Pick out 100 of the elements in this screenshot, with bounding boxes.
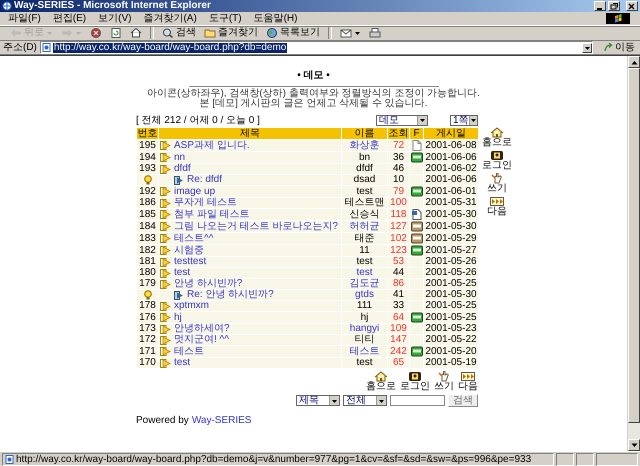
post-title-link[interactable]: 시험중 bbox=[174, 246, 204, 256]
history-button[interactable]: 목록보기 bbox=[264, 26, 322, 40]
menu-item[interactable]: 즐겨찾기(A) bbox=[143, 12, 197, 24]
author-name[interactable]: 화상훈 bbox=[342, 140, 388, 152]
image-file-icon[interactable] bbox=[410, 312, 422, 323]
column-header: 게시일 bbox=[424, 128, 478, 140]
address-label: 주소(D) bbox=[3, 42, 37, 54]
author-name[interactable]: 김도균 bbox=[342, 278, 388, 290]
archive-file-icon[interactable] bbox=[410, 233, 422, 244]
post-title-link[interactable]: image up bbox=[174, 186, 216, 196]
nav-link[interactable]: 쓰기 bbox=[482, 173, 512, 194]
post-number: 170 bbox=[136, 358, 158, 368]
home-icon bbox=[374, 371, 388, 382]
post-title-link[interactable]: 멋지군여! ^^ bbox=[174, 335, 229, 345]
menu-item[interactable]: 도움말(H) bbox=[254, 12, 298, 24]
post-title-link[interactable]: 무자게 테스트 bbox=[174, 198, 237, 208]
post-title-link[interactable]: 첨부 파일 테스트 bbox=[174, 210, 250, 220]
dropdown-button[interactable] bbox=[582, 42, 592, 52]
post-title-link[interactable]: Re: 안녕 하시빈까? bbox=[187, 290, 274, 300]
post-number: 182 bbox=[136, 244, 158, 256]
reply-arrow-icon bbox=[174, 176, 184, 184]
id-card-icon bbox=[490, 150, 504, 161]
column-header: 이름 bbox=[342, 128, 388, 140]
word-document-icon[interactable] bbox=[410, 209, 422, 220]
post-number: 180 bbox=[136, 268, 158, 278]
post-title-link[interactable]: test bbox=[174, 268, 190, 278]
menu-item[interactable]: 파일(F) bbox=[8, 12, 41, 24]
hand-icon bbox=[437, 371, 451, 382]
post-title-link[interactable]: 안녕하세여? bbox=[174, 324, 230, 334]
globe-icon bbox=[266, 28, 278, 38]
post-title-link[interactable]: 테스트 bbox=[174, 346, 204, 356]
search-field-select[interactable]: 제목 bbox=[296, 395, 340, 406]
menu-item[interactable]: 도구(T) bbox=[208, 12, 242, 24]
home-button[interactable] bbox=[128, 26, 144, 40]
post-title-link[interactable]: hj bbox=[174, 312, 182, 322]
nav-link[interactable]: 로그인 bbox=[400, 371, 430, 392]
post-date: 2001-05-30 bbox=[424, 220, 478, 232]
nav-link[interactable]: 홈으로 bbox=[482, 127, 512, 148]
stop-button[interactable] bbox=[88, 26, 104, 40]
image-file-icon[interactable] bbox=[410, 152, 422, 163]
post-title-link[interactable]: test bbox=[174, 358, 190, 368]
description-text: 아이콘(상하좌우), 검색창(상하) 출력여부와 정렬방식의 조정이 가능합니다. bbox=[147, 89, 480, 99]
menu-item[interactable]: 편집(E) bbox=[52, 12, 86, 24]
status-panel bbox=[576, 452, 594, 466]
post-date: 2001-05-25 bbox=[424, 312, 478, 324]
double-arrow-icon bbox=[490, 196, 504, 207]
post-number: 193 bbox=[136, 164, 158, 174]
page-icon bbox=[5, 454, 14, 464]
status-panel bbox=[556, 452, 574, 466]
post-title-link[interactable]: 그림 나오는거 테스트 바로나오는지? bbox=[174, 222, 338, 232]
window-title: Way-SERIES - Microsoft Internet Explorer bbox=[14, 0, 212, 12]
scrollbar[interactable] bbox=[627, 56, 640, 451]
image-file-icon[interactable] bbox=[410, 245, 422, 256]
minimize-button[interactable] bbox=[594, 1, 606, 11]
folder-icon bbox=[204, 28, 216, 38]
search-button[interactable]: 검색 bbox=[448, 394, 478, 407]
post-title-link[interactable]: ASP과제 입니다. bbox=[174, 140, 250, 150]
author-name[interactable]: 허허균 bbox=[342, 220, 388, 232]
nav-link[interactable]: 쓰기 bbox=[434, 371, 454, 392]
post-title-link[interactable]: 테스트^^ bbox=[174, 234, 214, 244]
id-card-icon bbox=[408, 371, 422, 382]
hand-icon bbox=[490, 173, 504, 184]
board-select[interactable]: 데모 bbox=[376, 114, 428, 126]
nav-link[interactable]: 다음 bbox=[482, 196, 512, 217]
post-title-link[interactable]: nn bbox=[174, 152, 186, 162]
nav-link[interactable]: 다음 bbox=[458, 371, 478, 392]
search-button[interactable]: 검색 bbox=[160, 26, 198, 40]
go-button[interactable]: 이동 bbox=[602, 42, 637, 54]
nav-link[interactable]: 홈으로 bbox=[366, 371, 396, 392]
home-icon bbox=[490, 127, 504, 138]
search-input[interactable] bbox=[390, 395, 445, 406]
archive-file-icon[interactable] bbox=[410, 221, 422, 232]
page-select[interactable]: 1쪽 bbox=[450, 114, 478, 126]
author-name[interactable]: hangyi bbox=[342, 324, 388, 334]
caret-icon bbox=[470, 116, 477, 124]
close-button[interactable] bbox=[626, 1, 638, 11]
post-number: 179 bbox=[136, 278, 158, 290]
author-name: dfdf bbox=[342, 164, 388, 174]
post-date: 2001-06-08 bbox=[424, 140, 478, 152]
author-name: bn bbox=[342, 152, 388, 164]
print-button[interactable] bbox=[367, 26, 383, 40]
menu-item[interactable]: 보기(V) bbox=[98, 12, 132, 24]
post-title-link[interactable]: dfdf bbox=[174, 164, 191, 174]
author-name: dsad bbox=[342, 174, 388, 186]
image-file-icon[interactable] bbox=[410, 186, 422, 197]
restore-button[interactable] bbox=[608, 1, 620, 11]
search-scope-select[interactable]: 전체 bbox=[343, 395, 387, 406]
address-field[interactable]: http://way.co.kr/way-board/way-board.php?db=demo bbox=[40, 41, 593, 54]
favorites-button[interactable]: 즐겨찾기 bbox=[202, 26, 260, 40]
post-title-link[interactable]: xptmxm bbox=[174, 301, 209, 311]
post-title-link[interactable]: testtest bbox=[174, 257, 206, 267]
post-title-link[interactable]: 안녕 하시빈까? bbox=[174, 279, 242, 289]
post-title-link[interactable]: Re: dfdf bbox=[187, 175, 222, 185]
caret-icon bbox=[419, 116, 426, 124]
footer-link[interactable]: Way-SERIES bbox=[192, 415, 252, 427]
post-number: 192 bbox=[136, 186, 158, 198]
image-file-icon[interactable] bbox=[410, 346, 422, 357]
mail-button[interactable] bbox=[338, 26, 363, 40]
nav-link[interactable]: 로그인 bbox=[482, 150, 512, 171]
author-name[interactable]: 테스트 bbox=[342, 346, 388, 358]
